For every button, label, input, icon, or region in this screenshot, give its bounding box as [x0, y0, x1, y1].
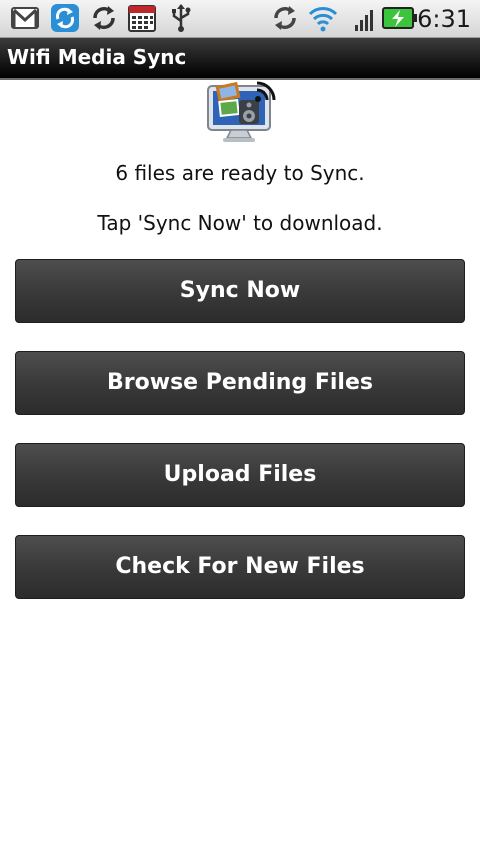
status-bar: 6:31 [0, 0, 480, 38]
title-bar: Wifi Media Sync [0, 38, 480, 80]
browse-pending-files-button[interactable]: Browse Pending Files [15, 351, 465, 415]
app-title: Wifi Media Sync [7, 45, 187, 69]
clock: 6:31 [417, 5, 471, 33]
gmail-icon [11, 7, 39, 29]
calendar-icon [128, 5, 156, 32]
check-for-new-files-button[interactable]: Check For New Files [15, 535, 465, 599]
signal-icon [355, 10, 373, 31]
upload-files-button[interactable]: Upload Files [15, 443, 465, 507]
sync-app-icon [51, 4, 79, 32]
usb-icon [172, 4, 191, 32]
sync-icon [93, 6, 115, 30]
instruction-text: Tap 'Sync Now' to download. [97, 211, 383, 235]
sync-now-button[interactable]: Sync Now [15, 259, 465, 323]
wifi-icon [308, 7, 338, 32]
battery-charging-icon [382, 7, 417, 29]
status-message: 6 files are ready to Sync. [115, 161, 365, 185]
wifi-media-sync-app-icon [207, 81, 276, 142]
data-sync-icon [274, 6, 296, 30]
